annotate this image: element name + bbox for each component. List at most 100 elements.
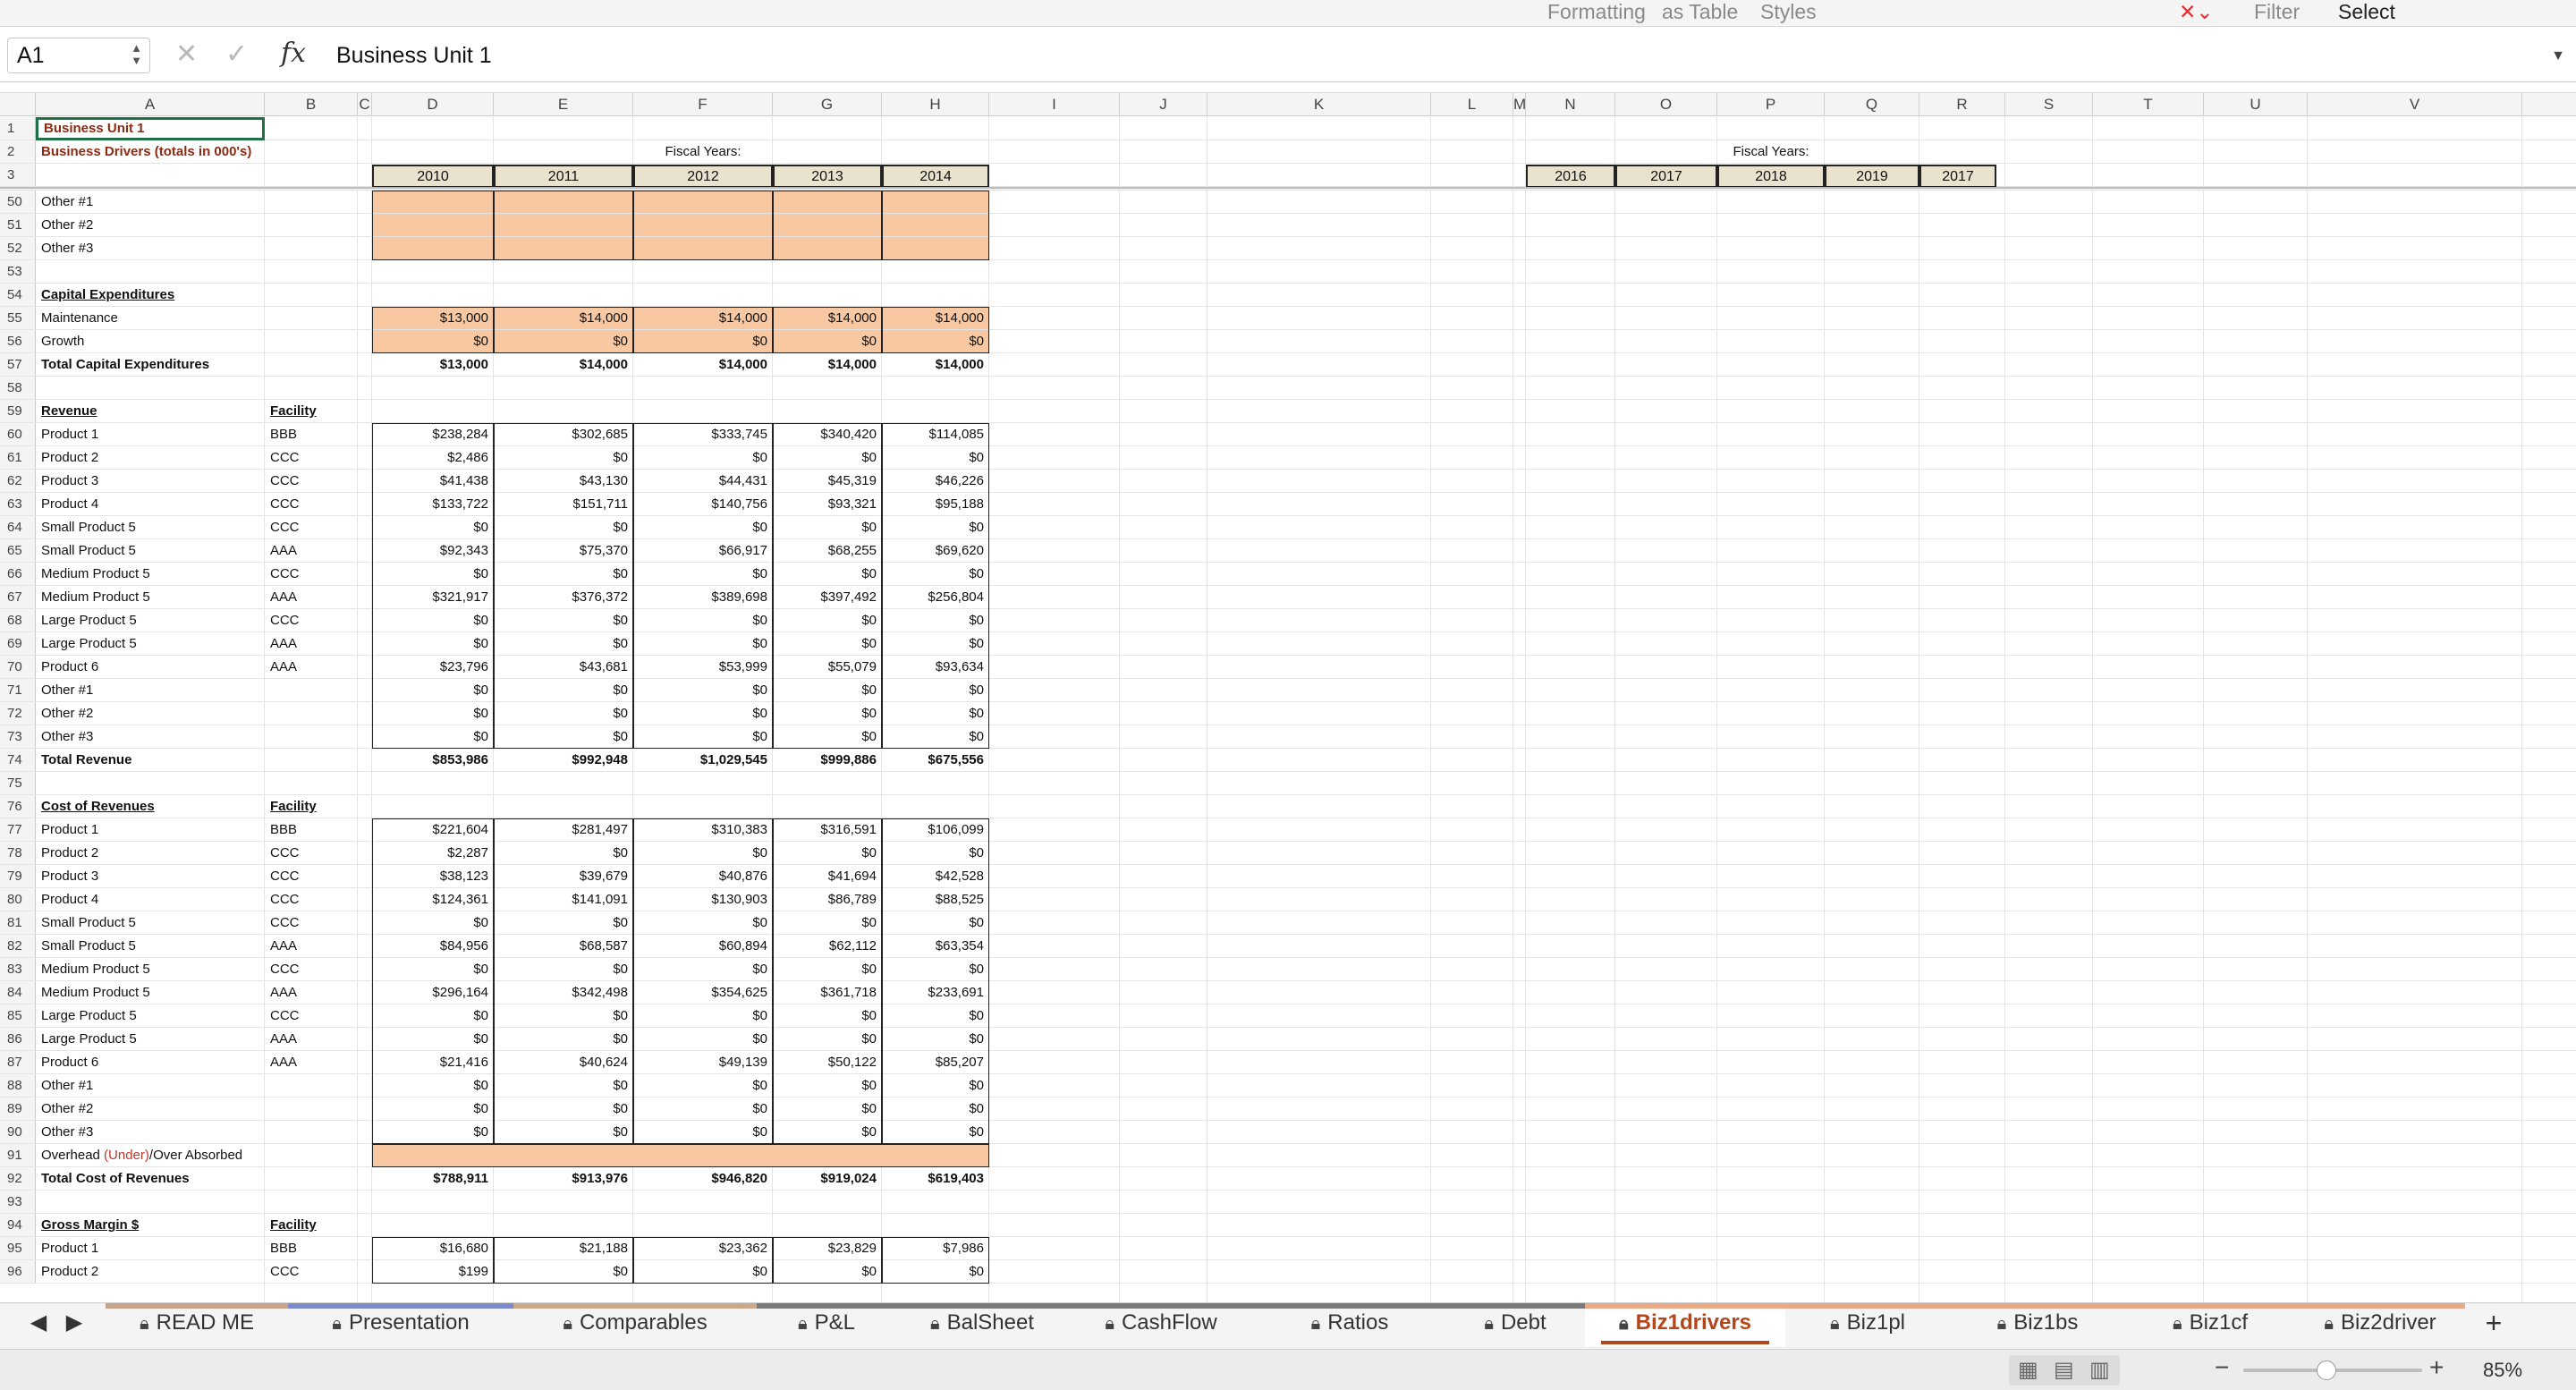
value-cell[interactable]: $14,000 <box>882 353 989 376</box>
tab-prev-icon[interactable]: ◀ <box>25 1303 52 1346</box>
column-header[interactable]: N <box>1526 93 1615 116</box>
column-header[interactable]: J <box>1120 93 1208 116</box>
value-cell[interactable]: $0 <box>372 330 494 352</box>
row-number[interactable]: 87 <box>0 1051 36 1073</box>
value-cell[interactable]: $13,000 <box>372 353 494 376</box>
value-cell[interactable]: $0 <box>882 1004 989 1027</box>
row-label[interactable]: Large Product 5 <box>36 632 268 655</box>
value-cell[interactable]: $0 <box>633 1028 773 1050</box>
cancel-icon[interactable]: ✕ <box>175 39 198 70</box>
zoom-out-icon[interactable]: − <box>2215 1353 2229 1382</box>
value-cell[interactable]: $23,362 <box>633 1237 773 1259</box>
value-cell[interactable] <box>494 400 633 422</box>
value-cell[interactable] <box>773 284 882 306</box>
value-cell[interactable]: $66,917 <box>633 539 773 562</box>
value-cell[interactable]: $14,000 <box>494 353 633 376</box>
value-cell[interactable]: $0 <box>494 1121 633 1143</box>
row-number[interactable]: 96 <box>0 1260 36 1283</box>
row-label[interactable]: Large Product 5 <box>36 1028 268 1050</box>
facility-cell[interactable]: Facility <box>265 1214 358 1236</box>
row-number[interactable]: 84 <box>0 981 36 1004</box>
row-number[interactable]: 2 <box>0 140 36 163</box>
value-cell[interactable]: $0 <box>633 1074 773 1097</box>
value-cell[interactable]: $92,343 <box>372 539 494 562</box>
value-cell[interactable]: $1,029,545 <box>633 749 773 771</box>
row-number[interactable]: 86 <box>0 1028 36 1050</box>
fx-icon[interactable]: fx <box>281 38 306 69</box>
zoom-slider-thumb[interactable] <box>2317 1360 2336 1380</box>
row-number[interactable]: 55 <box>0 307 36 329</box>
facility-cell[interactable]: AAA <box>265 656 358 678</box>
value-cell[interactable]: $340,420 <box>773 423 882 445</box>
row-number[interactable]: 3 <box>0 164 36 186</box>
column-header[interactable]: I <box>989 93 1120 116</box>
value-cell[interactable]: $114,085 <box>882 423 989 445</box>
value-cell[interactable]: $946,820 <box>633 1167 773 1190</box>
value-cell[interactable]: $0 <box>882 609 989 631</box>
value-cell[interactable] <box>494 795 633 818</box>
value-cell[interactable]: $0 <box>882 1121 989 1143</box>
row-number[interactable]: 78 <box>0 842 36 864</box>
value-cell[interactable]: $0 <box>773 958 882 980</box>
facility-cell[interactable]: CCC <box>265 446 358 469</box>
confirm-icon[interactable]: ✓ <box>225 39 248 70</box>
value-cell[interactable] <box>773 795 882 818</box>
column-header[interactable]: D <box>372 93 494 116</box>
year-header[interactable]: 2012 <box>633 165 773 188</box>
value-cell[interactable]: $23,796 <box>372 656 494 678</box>
year-header[interactable]: 2017 <box>1615 165 1717 188</box>
value-cell[interactable] <box>773 377 882 399</box>
row-number[interactable]: 56 <box>0 330 36 352</box>
row-label[interactable] <box>36 260 268 283</box>
value-cell[interactable] <box>633 377 773 399</box>
value-cell[interactable] <box>882 1214 989 1236</box>
sheet-tab[interactable]: 🔒︎ Ratios <box>1254 1303 1445 1346</box>
row-label[interactable]: Other #1 <box>36 679 268 701</box>
value-cell[interactable]: $2,486 <box>372 446 494 469</box>
row-number[interactable]: 90 <box>0 1121 36 1143</box>
value-cell[interactable] <box>494 191 633 213</box>
year-header[interactable]: 2011 <box>494 165 633 188</box>
row-label[interactable]: Small Product 5 <box>36 935 268 957</box>
value-cell[interactable]: $43,681 <box>494 656 633 678</box>
value-cell[interactable]: $0 <box>773 632 882 655</box>
zoom-in-icon[interactable]: + <box>2429 1353 2444 1382</box>
column-header[interactable]: C <box>358 93 372 116</box>
value-cell[interactable]: $0 <box>882 446 989 469</box>
value-cell[interactable]: $0 <box>882 911 989 934</box>
row-number[interactable]: 75 <box>0 772 36 794</box>
value-cell[interactable]: $0 <box>372 1121 494 1143</box>
row-label[interactable]: Large Product 5 <box>36 609 268 631</box>
row-number[interactable]: 61 <box>0 446 36 469</box>
row-number[interactable]: 50 <box>0 191 36 213</box>
value-cell[interactable] <box>633 400 773 422</box>
value-cell[interactable]: $2,287 <box>372 842 494 864</box>
page-layout-icon[interactable]: ▤ <box>2054 1357 2074 1383</box>
row-number[interactable]: 92 <box>0 1167 36 1190</box>
value-cell[interactable]: $321,917 <box>372 586 494 608</box>
value-cell[interactable]: $0 <box>633 1098 773 1120</box>
value-cell[interactable] <box>882 191 989 213</box>
facility-cell[interactable]: CCC <box>265 842 358 864</box>
ribbon-filter[interactable]: Filter <box>2254 0 2300 25</box>
facility-cell[interactable]: Facility <box>265 795 358 818</box>
value-cell[interactable] <box>494 214 633 236</box>
value-cell[interactable]: $55,079 <box>773 656 882 678</box>
value-cell[interactable]: $233,691 <box>882 981 989 1004</box>
value-cell[interactable]: $0 <box>372 679 494 701</box>
value-cell[interactable]: $999,886 <box>773 749 882 771</box>
value-cell[interactable]: $0 <box>633 702 773 725</box>
row-label[interactable]: Other #2 <box>36 214 268 236</box>
value-cell[interactable] <box>633 237 773 259</box>
value-cell[interactable]: $919,024 <box>773 1167 882 1190</box>
facility-cell[interactable]: CCC <box>265 470 358 492</box>
value-cell[interactable] <box>494 1214 633 1236</box>
value-cell[interactable] <box>372 260 494 283</box>
value-cell[interactable]: $0 <box>633 1004 773 1027</box>
value-cell[interactable]: $14,000 <box>773 307 882 329</box>
value-cell[interactable]: $46,226 <box>882 470 989 492</box>
column-header[interactable]: P <box>1717 93 1825 116</box>
row-number[interactable]: 53 <box>0 260 36 283</box>
row-number[interactable]: 51 <box>0 214 36 236</box>
sheet-tab[interactable]: 🔒︎ BalSheet <box>896 1303 1068 1346</box>
